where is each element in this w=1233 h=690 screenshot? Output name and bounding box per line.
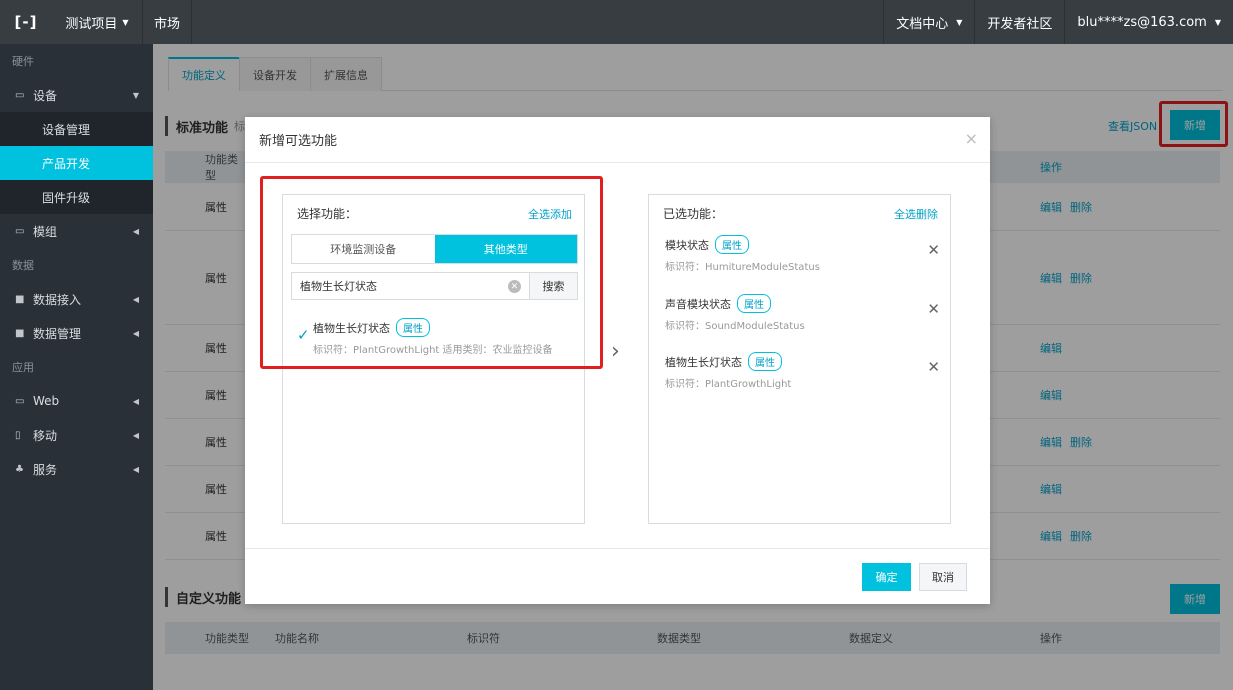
cancel-button[interactable]: 取消 (919, 563, 967, 591)
top-bar: [-] 测试项目 ▼ 市场 文档中心 ▼ 开发者社区 blu****zs@163… (0, 0, 1233, 44)
community-link[interactable]: 开发者社区 (974, 0, 1064, 44)
remove-icon[interactable]: ✕ (927, 358, 940, 376)
selected-name: 声音模块状态 属性 (665, 294, 940, 313)
sidebar-item-service[interactable]: ♣ 服务 ◀ (0, 452, 153, 486)
sidebar-group-hardware: 硬件 (12, 55, 34, 68)
sidebar-item-device[interactable]: ▭ 设备 ▼ (0, 78, 153, 112)
confirm-button[interactable]: 确定 (862, 563, 911, 591)
remove-icon[interactable]: ✕ (927, 300, 940, 318)
dialog-title: 新增可选功能 (259, 134, 338, 149)
caret-down-icon: ▼ (1214, 17, 1221, 27)
sidebar-item-label: 服务 (33, 462, 58, 477)
data-access-icon: ■ (15, 293, 25, 305)
phone-icon: ▯ (15, 429, 21, 441)
caret-left-icon: ◀ (132, 294, 139, 304)
caret-left-icon: ◀ (132, 430, 139, 440)
device-icon: ▭ (15, 89, 25, 101)
market-link[interactable]: 市场 (142, 0, 192, 44)
caret-down-icon: ▼ (122, 17, 129, 27)
selected-function-title: 已选功能： (663, 207, 724, 221)
selected-name-text: 声音模块状态 (665, 297, 731, 311)
dialog-footer: 确定 取消 (245, 548, 990, 604)
caret-left-icon: ◀ (132, 328, 139, 338)
selected-id: 标识符：HumitureModuleStatus (665, 262, 820, 273)
docs-label: 文档中心 (896, 16, 949, 32)
sidebar-item-data-access[interactable]: ■ 数据接入 ◀ (0, 282, 153, 316)
selected-item: 声音模块状态 属性 标识符：SoundModuleStatus ✕ (665, 294, 940, 332)
close-icon[interactable]: × (965, 129, 978, 148)
docs-menu[interactable]: 文档中心 ▼ (883, 0, 974, 44)
selected-name: 模块状态 属性 (665, 235, 940, 254)
selected-tag: 属性 (748, 352, 782, 371)
caret-left-icon: ◀ (132, 396, 139, 406)
module-icon: ▭ (15, 225, 25, 237)
sidebar-item-module[interactable]: ▭ 模组 ◀ (0, 214, 153, 248)
dialog-header: 新增可选功能 × (245, 117, 990, 163)
sidebar-item-data-mgmt[interactable]: ■ 数据管理 ◀ (0, 316, 153, 350)
sidebar-item-device-mgmt[interactable]: 设备管理 (0, 112, 153, 146)
sidebar-item-firmware[interactable]: 固件升级 (0, 180, 153, 214)
caret-left-icon: ◀ (132, 464, 139, 474)
caret-left-icon: ◀ (132, 226, 139, 236)
sidebar-item-label: 移动 (33, 428, 58, 443)
highlight-box-select (260, 176, 603, 369)
remove-icon[interactable]: ✕ (927, 241, 940, 259)
selected-item: 模块状态 属性 标识符：HumitureModuleStatus ✕ (665, 235, 940, 273)
chevron-right-icon: › (611, 339, 620, 364)
sidebar-item-label: 模组 (33, 224, 58, 239)
selected-id: 标识符：SoundModuleStatus (665, 321, 805, 332)
selected-tag: 属性 (715, 235, 749, 254)
sidebar-item-label: 设备 (33, 88, 58, 103)
sidebar-item-label: Web (33, 394, 60, 408)
sidebar-group-app: 应用 (12, 361, 34, 374)
selected-item: 植物生长灯状态 属性 标识符：PlantGrowthLight ✕ (665, 352, 940, 390)
caret-down-icon: ▼ (132, 90, 139, 100)
selected-id: 标识符：PlantGrowthLight (665, 379, 792, 390)
selected-tag: 属性 (737, 294, 771, 313)
project-switcher[interactable]: 测试项目 ▼ (52, 0, 142, 44)
sidebar-item-mobile[interactable]: ▯ 移动 ◀ (0, 418, 153, 452)
selected-name-text: 模块状态 (665, 238, 709, 252)
add-function-dialog: 新增可选功能 × 选择功能： 全选添加 环境监测设备 其他类型 植物生长灯状态 … (245, 117, 990, 604)
selected-function-panel: 已选功能： 全选删除 模块状态 属性 标识符：HumitureModuleStat… (648, 194, 951, 524)
logo-icon[interactable]: [-] (0, 0, 52, 44)
sidebar-item-web[interactable]: ▭ Web ◀ (0, 384, 153, 418)
service-icon: ♣ (15, 463, 24, 475)
caret-down-icon: ▼ (956, 17, 963, 27)
selected-name: 植物生长灯状态 属性 (665, 352, 940, 371)
data-mgmt-icon: ■ (15, 327, 25, 339)
sidebar-item-label: 数据管理 (33, 326, 82, 341)
top-right-nav: 文档中心 ▼ 开发者社区 blu****zs@163.com ▼ (883, 0, 1233, 44)
selected-name-text: 植物生长灯状态 (665, 355, 742, 369)
sidebar-group-data: 数据 (12, 259, 34, 272)
sidebar-item-product-dev[interactable]: 产品开发 (0, 146, 153, 180)
remove-all-link[interactable]: 全选删除 (894, 206, 938, 222)
user-email: blu****zs@163.com (1077, 14, 1207, 30)
project-name: 测试项目 (65, 16, 118, 32)
user-menu[interactable]: blu****zs@163.com ▼ (1064, 0, 1233, 44)
sidebar: 硬件 ▭ 设备 ▼ 设备管理 产品开发 固件升级 ▭ 模组 ◀ 数据 ■ 数据接… (0, 44, 153, 690)
monitor-icon: ▭ (15, 395, 25, 407)
sidebar-item-label: 数据接入 (33, 292, 82, 307)
